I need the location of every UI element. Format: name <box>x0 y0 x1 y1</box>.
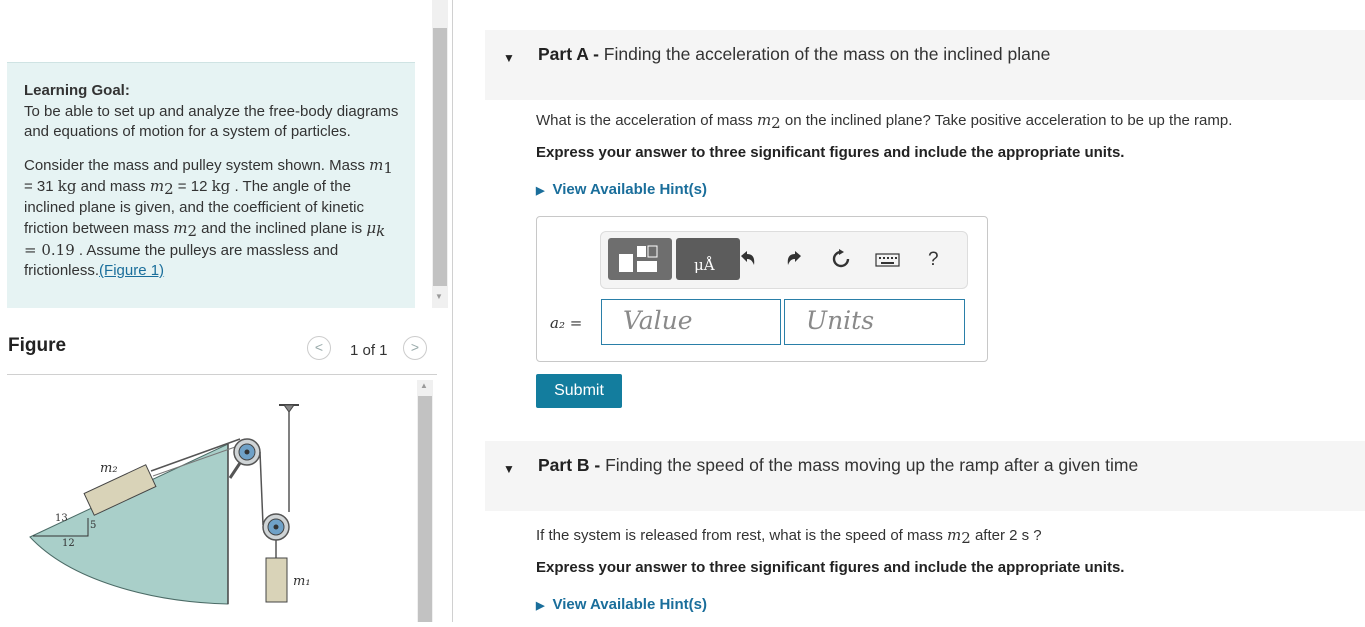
part-b-title-text: Finding the speed of the mass moving up … <box>605 455 1139 475</box>
part-b-question: If the system is released from rest, wha… <box>536 526 1042 547</box>
learning-goal-panel: Learning Goal: To be able to set up and … <box>7 62 415 308</box>
part-a-question: What is the acceleration of mass m2 on t… <box>536 111 1233 132</box>
answer-label: a₂ = <box>550 314 583 332</box>
triangle-right-icon: ▶ <box>536 600 545 612</box>
triangle-label-13: 13 <box>55 513 68 524</box>
keyboard-icon[interactable] <box>875 252 901 268</box>
units-button[interactable]: μÅ <box>676 238 740 280</box>
unit-kg: kg <box>211 177 231 195</box>
figure-title: Figure <box>8 335 67 356</box>
scrollbar-thumb[interactable] <box>418 396 432 622</box>
part-b-label: Part B - <box>538 455 606 475</box>
block-m1 <box>265 557 288 603</box>
statement-text: = 12 <box>173 178 212 195</box>
pulley-incline-diagram: 13 5 12 m₂ m₁ <box>29 404 311 605</box>
problem-statement: Consider the mass and pulley system show… <box>24 155 399 282</box>
statement-text: = 31 <box>24 178 58 195</box>
triangle-right-icon: ▶ <box>536 185 545 197</box>
help-button[interactable]: ? <box>928 249 939 271</box>
figure-scrollbar[interactable]: ▲ <box>417 380 433 622</box>
m2-subscript: 2 <box>164 180 174 198</box>
question-text: What is the acceleration of mass <box>536 112 757 129</box>
part-a-instruction: Express your answer to three significant… <box>536 144 1125 161</box>
part-b-header[interactable]: ▼ Part B - Finding the speed of the mass… <box>485 441 1365 511</box>
question-text: If the system is released from rest, wha… <box>536 527 947 544</box>
templates-button[interactable] <box>608 238 672 280</box>
m2-symbol: m <box>756 111 772 129</box>
hint-label: View Available Hint(s) <box>552 596 707 613</box>
m1-subscript: 1 <box>383 158 393 177</box>
next-figure-button[interactable]: > <box>403 336 427 360</box>
figure-link[interactable]: (Figure 1) <box>99 262 164 279</box>
redo-icon[interactable] <box>784 248 806 270</box>
answer-box: μÅ ? a₂ = Value Units <box>536 216 988 362</box>
part-a-title: Part A - Finding the acceleration of the… <box>538 44 1050 65</box>
part-a-hint-link[interactable]: ▶ View Available Hint(s) <box>536 181 707 198</box>
triangle-label-5: 5 <box>90 520 96 531</box>
statement-text: and the inclined plane is <box>197 220 367 237</box>
units-button-label: μÅ <box>694 256 715 274</box>
part-b-hint-link[interactable]: ▶ View Available Hint(s) <box>536 596 707 613</box>
statement-text: Consider the mass and pulley system show… <box>24 156 370 174</box>
statement-text: and mass <box>76 178 150 195</box>
left-pane: Learning Goal: To be able to set up and … <box>0 0 453 622</box>
m2-symbol: m <box>947 526 962 544</box>
submit-button[interactable]: Submit <box>536 374 622 408</box>
triangle-down-icon[interactable]: ▼ <box>503 51 515 65</box>
goal-scrollbar[interactable]: ▼ <box>432 0 448 308</box>
m2-subscript: 2 <box>771 114 781 132</box>
part-b-title: Part B - Finding the speed of the mass m… <box>538 455 1138 476</box>
mu-subscript: k <box>376 222 386 240</box>
m2-subscript: 2 <box>961 529 971 547</box>
figure-pager: 1 of 1 <box>350 342 388 359</box>
unit-kg: kg <box>57 177 77 195</box>
m1-symbol: m <box>369 155 384 174</box>
value-input[interactable]: Value <box>601 299 781 345</box>
reset-icon[interactable] <box>830 248 852 270</box>
part-a-header[interactable]: ▼ Part A - Finding the acceleration of t… <box>485 30 1365 100</box>
label-m2: m₂ <box>100 461 118 476</box>
triangle-down-icon[interactable]: ▼ <box>503 462 515 476</box>
incline-plane <box>29 443 229 605</box>
mu-symbol: μ <box>366 219 377 237</box>
scrollbar-thumb[interactable] <box>433 28 447 286</box>
figure-image: 13 5 12 m₂ m₁ <box>0 378 450 622</box>
mu-value: = 0.19 <box>24 240 75 259</box>
question-text: after 2 s ? <box>970 527 1042 544</box>
part-a-title-text: Finding the acceleration of the mass on … <box>603 44 1051 64</box>
part-a-label: Part A - <box>538 44 604 64</box>
label-m1: m₁ <box>293 574 311 589</box>
learning-goal-heading: Learning Goal: <box>24 82 130 99</box>
scroll-up-arrow-icon[interactable]: ▲ <box>420 381 428 390</box>
previous-figure-button[interactable]: < <box>307 336 331 360</box>
m2-subscript: 2 <box>187 222 198 240</box>
m2-symbol: m <box>149 177 165 195</box>
part-b-instruction: Express your answer to three significant… <box>536 559 1125 576</box>
units-input[interactable]: Units <box>784 299 965 345</box>
templates-icon <box>619 245 658 272</box>
m2-symbol: m <box>173 219 188 237</box>
question-text: on the inclined plane? Take positive acc… <box>780 112 1233 129</box>
triangle-label-12: 12 <box>62 538 75 549</box>
learning-goal-intro: To be able to set up and analyze the fre… <box>24 102 399 141</box>
math-toolbar: μÅ ? <box>600 231 968 289</box>
undo-icon[interactable] <box>736 248 758 270</box>
hint-label: View Available Hint(s) <box>552 181 707 198</box>
figure-header: Figure < 1 of 1 > <box>7 330 437 375</box>
scroll-down-arrow-icon[interactable]: ▼ <box>435 292 443 301</box>
